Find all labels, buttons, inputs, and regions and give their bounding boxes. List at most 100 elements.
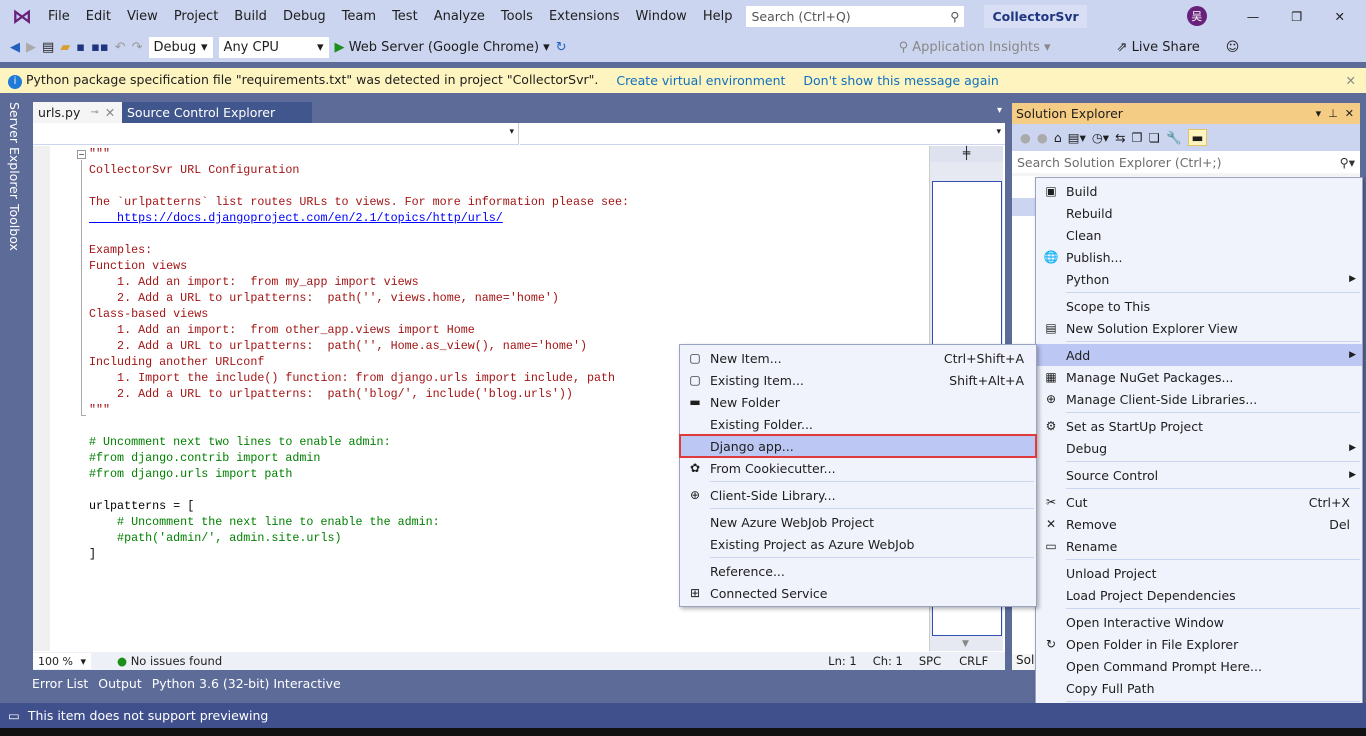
forward-icon[interactable]: ▶ <box>26 40 36 55</box>
menu-item-django-app[interactable]: Django app... <box>679 434 1037 458</box>
solution-explorer-partial-tab[interactable]: Sol <box>1016 653 1034 667</box>
pending-changes-icon[interactable]: ◷▾ <box>1092 130 1109 145</box>
selected-node[interactable] <box>1012 198 1036 216</box>
menu-item-rebuild[interactable]: Rebuild <box>1036 202 1362 224</box>
new-project-icon[interactable]: ▤ <box>42 40 54 55</box>
menu-item-existing-item[interactable]: ▢ Existing Item... Shift+Alt+A <box>680 369 1036 391</box>
create-venv-link[interactable]: Create virtual environment <box>616 73 785 88</box>
menu-item-load-project-dependencies[interactable]: Load Project Dependencies <box>1036 584 1362 606</box>
show-all-files-icon[interactable]: ❏ <box>1149 130 1160 145</box>
menu-tools[interactable]: Tools <box>493 9 541 24</box>
dropdown-icon[interactable]: ▾ <box>1316 107 1322 120</box>
menu-item-clean[interactable]: Clean <box>1036 224 1362 246</box>
menu-item-reference[interactable]: Reference... <box>680 560 1036 582</box>
tab-python-interactive[interactable]: Python 3.6 (32-bit) Interactive <box>152 676 341 696</box>
outline-collapse-icon[interactable]: − <box>77 150 86 159</box>
undo-icon[interactable]: ↶ <box>115 40 126 55</box>
close-tab-icon[interactable]: ✕ <box>105 105 115 120</box>
menu-analyze[interactable]: Analyze <box>426 9 493 24</box>
menu-project[interactable]: Project <box>166 9 226 24</box>
properties-icon[interactable]: 🔧 <box>1166 130 1182 146</box>
back-icon[interactable]: ● <box>1020 130 1031 145</box>
menu-item-existing-folder[interactable]: Existing Folder... <box>680 413 1036 435</box>
menu-item-source-control[interactable]: Source Control ▶ <box>1036 464 1362 486</box>
redo-icon[interactable]: ↷ <box>132 40 143 55</box>
nav-dropdown-right[interactable]: ▾ <box>520 123 1005 145</box>
menu-extensions[interactable]: Extensions <box>541 9 628 24</box>
menu-item-client-side-library[interactable]: ⊕ Client-Side Library... <box>680 484 1036 506</box>
menu-view[interactable]: View <box>119 9 166 24</box>
home-icon[interactable]: ⌂ <box>1054 130 1062 145</box>
nav-dropdown-left[interactable]: ▾ <box>33 123 519 145</box>
sync-icon[interactable]: ⇆ <box>1115 130 1125 145</box>
menu-build[interactable]: Build <box>226 9 275 24</box>
scroll-down-icon[interactable]: ▼ <box>962 639 969 649</box>
pin-icon[interactable]: ⊥ <box>1328 107 1338 120</box>
menu-debug[interactable]: Debug <box>275 9 334 24</box>
search-input[interactable]: Search (Ctrl+Q) ⚲ <box>746 5 965 27</box>
toolbox-tab[interactable]: Toolbox <box>7 204 22 251</box>
menu-item-copy-full-path[interactable]: Copy Full Path <box>1036 677 1362 699</box>
save-all-icon[interactable]: ▪▪ <box>91 40 109 55</box>
code-text[interactable]: """ CollectorSvr URL Configuration The `ur… <box>89 146 629 562</box>
forward-icon[interactable]: ● <box>1037 130 1048 145</box>
menu-window[interactable]: Window <box>628 9 695 24</box>
issues-indicator[interactable]: ● No issues found <box>117 654 222 668</box>
collapse-all-icon[interactable]: ❐ <box>1132 130 1143 145</box>
server-explorer-tab[interactable]: Server Explorer <box>7 102 22 199</box>
live-share-button[interactable]: ⇗ Live Share <box>1117 40 1200 55</box>
run-button[interactable]: ▶ Web Server (Google Chrome) ▾ <box>335 40 550 55</box>
configuration-dropdown[interactable]: Debug ▾ <box>148 36 213 58</box>
preview-icon[interactable]: ▬ <box>1187 129 1208 146</box>
close-infobar-icon[interactable]: ✕ <box>1346 73 1356 88</box>
save-icon[interactable]: ▪ <box>76 40 85 55</box>
menu-item-open-interactive-window[interactable]: Open Interactive Window <box>1036 611 1362 633</box>
app-insights-button[interactable]: ⚲ Application Insights ▾ <box>899 40 1051 55</box>
code-link[interactable]: https://docs.djangoproject.com/en/2.1/to… <box>89 210 629 226</box>
menu-item-new-solution-explorer-view[interactable]: ▤ New Solution Explorer View <box>1036 317 1362 339</box>
menu-item-rename[interactable]: ▭ Rename <box>1036 535 1362 557</box>
menu-item-add[interactable]: Add ▶ <box>1036 344 1362 366</box>
avatar[interactable]: 吴 <box>1186 6 1207 26</box>
minimize-button[interactable]: — <box>1247 9 1260 24</box>
restore-button[interactable]: ❐ <box>1291 9 1302 24</box>
refresh-icon[interactable]: ↻ <box>556 40 567 55</box>
menu-item-cut[interactable]: ✂ Cut Ctrl+X <box>1036 491 1362 513</box>
menu-item-from-cookiecutter[interactable]: ✿ From Cookiecutter... <box>680 457 1036 479</box>
split-icon[interactable]: ╪ <box>930 146 1003 162</box>
feedback-icon[interactable]: ☺ <box>1226 40 1240 55</box>
menu-item-remove[interactable]: ✕ Remove Del <box>1036 513 1362 535</box>
close-icon[interactable]: ✕ <box>1345 107 1354 120</box>
menu-item-new-folder[interactable]: ▬ New Folder <box>680 391 1036 413</box>
tab-urls-py[interactable]: urls.py ⊸ ✕ <box>33 102 122 123</box>
dont-show-link[interactable]: Don't show this message again <box>803 73 998 88</box>
menu-item-manage-client-side-libraries[interactable]: ⊕ Manage Client-Side Libraries... <box>1036 388 1362 410</box>
open-icon[interactable]: ▰ <box>60 40 70 55</box>
line-ending[interactable]: CRLF <box>959 654 988 668</box>
menu-item-new-azure-webjob-project[interactable]: New Azure WebJob Project <box>680 511 1036 533</box>
menu-item-existing-project-as-azure-webjob[interactable]: Existing Project as Azure WebJob <box>680 533 1036 555</box>
switch-views-icon[interactable]: ▤▾ <box>1068 130 1086 145</box>
menu-item-new-item[interactable]: ▢ New Item... Ctrl+Shift+A <box>680 347 1036 369</box>
menu-help[interactable]: Help <box>695 9 741 24</box>
platform-dropdown[interactable]: Any CPU ▾ <box>218 36 329 58</box>
tab-source-control-explorer[interactable]: Source Control Explorer <box>122 102 312 123</box>
tab-error-list[interactable]: Error List <box>32 676 88 696</box>
menu-item-open-folder-in-file-explorer[interactable]: ↻ Open Folder in File Explorer <box>1036 633 1362 655</box>
pin-icon[interactable]: ⊸ <box>90 107 98 118</box>
menu-item-debug[interactable]: Debug ▶ <box>1036 437 1362 459</box>
menu-item-publish[interactable]: 🌐 Publish... <box>1036 246 1362 268</box>
tab-overflow-icon[interactable]: ▾ <box>997 105 1002 116</box>
solution-search-input[interactable]: Search Solution Explorer (Ctrl+;) ⚲▾ <box>1012 151 1360 173</box>
close-button[interactable]: ✕ <box>1334 9 1344 24</box>
tab-output[interactable]: Output <box>98 676 141 696</box>
menu-item-manage-nuget-packages[interactable]: ▦ Manage NuGet Packages... <box>1036 366 1362 388</box>
menu-edit[interactable]: Edit <box>78 9 119 24</box>
menu-team[interactable]: Team <box>334 9 384 24</box>
spacing-mode[interactable]: SPC <box>919 654 941 668</box>
menu-item-unload-project[interactable]: Unload Project <box>1036 562 1362 584</box>
zoom-dropdown[interactable]: 100 % ▾ <box>33 653 91 669</box>
menu-item-connected-service[interactable]: ⊞ Connected Service <box>680 582 1036 604</box>
menu-test[interactable]: Test <box>384 9 426 24</box>
menu-item-scope-to-this[interactable]: Scope to This <box>1036 295 1362 317</box>
